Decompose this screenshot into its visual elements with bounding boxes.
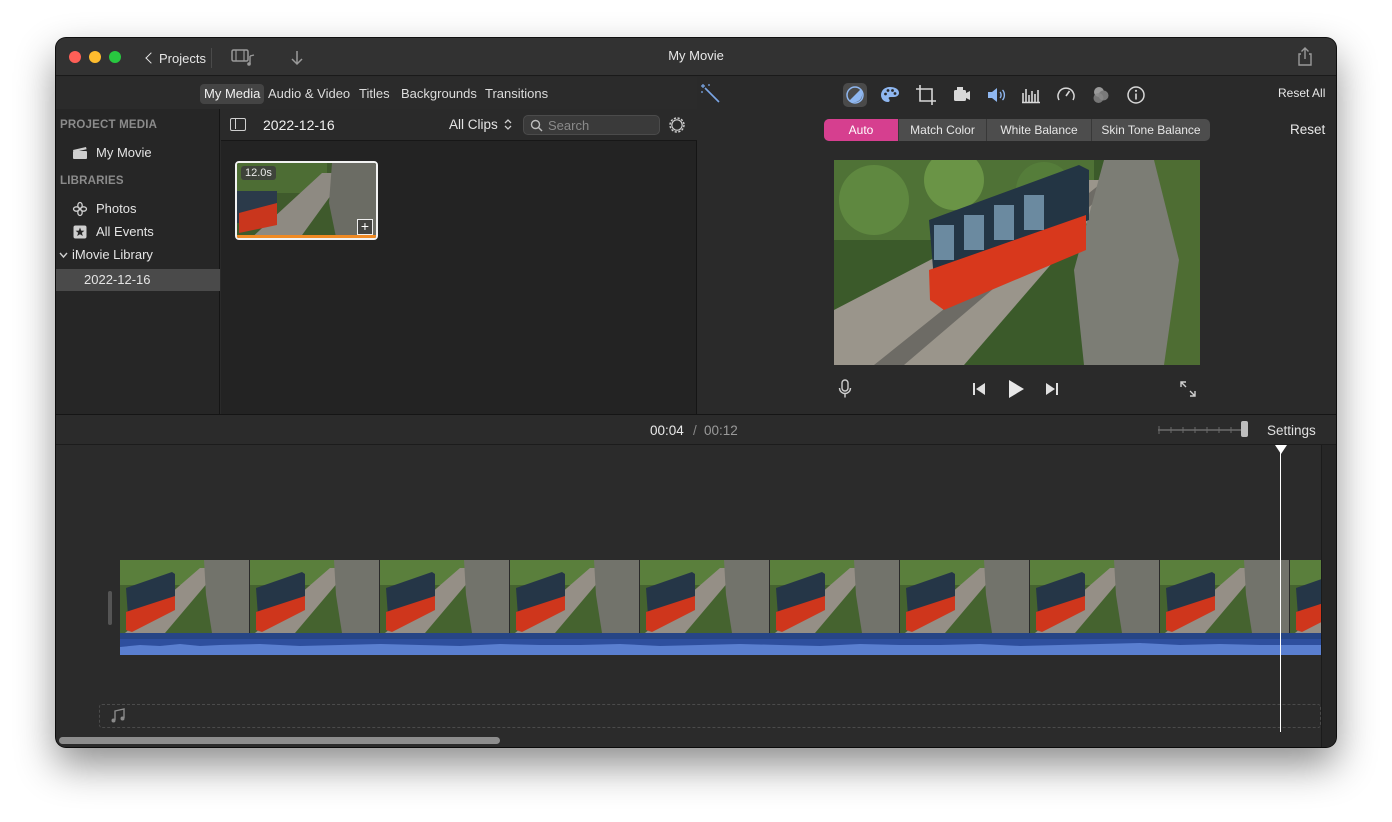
speaker-icon xyxy=(988,88,1006,102)
zoom-slider-ticks xyxy=(1158,426,1232,434)
equalizer-button[interactable] xyxy=(1019,83,1043,107)
media-clip-thumbnail[interactable]: 12.0s + xyxy=(235,161,378,240)
seg-skin-tone-balance[interactable]: Skin Tone Balance xyxy=(1092,119,1210,141)
magic-wand-icon[interactable] xyxy=(699,82,723,106)
tab-titles[interactable]: Titles xyxy=(355,84,394,104)
share-icon[interactable] xyxy=(1296,47,1314,67)
reset-button[interactable]: Reset xyxy=(1290,122,1325,137)
timeline-scroll-gutter xyxy=(1321,445,1336,747)
event-title: 2022-12-16 xyxy=(263,117,335,133)
crop-button[interactable] xyxy=(914,83,938,107)
waveform-graphic xyxy=(120,633,1321,655)
seg-auto[interactable]: Auto xyxy=(824,119,899,141)
skip-forward-icon[interactable] xyxy=(1045,382,1059,396)
background-music-well[interactable] xyxy=(99,704,1321,728)
reset-all-button[interactable]: Reset All xyxy=(1278,86,1325,100)
filter-button[interactable] xyxy=(1089,83,1113,107)
crop-icon xyxy=(916,85,936,105)
play-icon[interactable] xyxy=(1007,379,1025,399)
sidebar-item-label: All Events xyxy=(96,224,154,239)
current-timecode: 00:04 xyxy=(650,423,684,438)
speed-button[interactable] xyxy=(1054,83,1078,107)
sidebar-item-photos[interactable]: Photos xyxy=(72,198,136,220)
filter-circles-icon xyxy=(1093,87,1109,103)
clip-duration-badge: 12.0s xyxy=(241,166,276,180)
playhead-marker[interactable] xyxy=(1275,445,1287,454)
timecode-separator: / xyxy=(693,423,697,438)
sidebar-item-label: Photos xyxy=(96,201,137,216)
total-timecode: 00:12 xyxy=(704,423,738,438)
search-icon xyxy=(530,119,543,132)
tab-backgrounds[interactable]: Backgrounds xyxy=(397,84,481,104)
sidebar-item-all-events[interactable]: All Events xyxy=(72,221,154,243)
search-input[interactable] xyxy=(548,117,656,133)
media-browser: 2022-12-16 All Clips Search 12.0s + xyxy=(221,109,697,414)
timeline-settings-button[interactable]: Settings xyxy=(1267,423,1316,438)
clip-filmstrip xyxy=(120,560,1321,633)
browser-tab-bar: My Media Audio & Video Titles Background… xyxy=(56,77,697,109)
palette-icon xyxy=(881,87,899,102)
color-correction-button[interactable] xyxy=(878,83,902,107)
volume-button[interactable] xyxy=(984,83,1008,107)
horizontal-scrollbar[interactable] xyxy=(59,737,500,744)
sidebar-item-event[interactable]: 2022-12-16 xyxy=(84,269,151,291)
color-balance-icon xyxy=(846,86,864,104)
sidebar-item-label: 2022-12-16 xyxy=(84,272,151,287)
sidebar-item-my-movie[interactable]: My Movie xyxy=(72,142,152,164)
browser-header: 2022-12-16 All Clips xyxy=(221,109,697,141)
fullscreen-icon[interactable] xyxy=(1179,380,1197,398)
clapboard-icon xyxy=(73,147,87,159)
clip-filter-select[interactable]: All Clips xyxy=(449,117,512,132)
timeline-header: 00:04 / 00:12 Settings xyxy=(56,414,1336,445)
seg-white-balance[interactable]: White Balance xyxy=(987,119,1092,141)
clip-info-button[interactable] xyxy=(1124,83,1148,107)
chevron-down-icon[interactable] xyxy=(59,251,68,259)
equalizer-icon xyxy=(1022,89,1040,104)
libraries-sidebar: PROJECT MEDIA My Movie LIBRARIES Photos xyxy=(56,109,220,414)
seg-match-color[interactable]: Match Color xyxy=(899,119,987,141)
photos-icon xyxy=(72,201,88,217)
gear-icon[interactable] xyxy=(667,115,687,135)
clip-trim-handle[interactable] xyxy=(108,591,112,625)
project-media-header: PROJECT MEDIA xyxy=(60,119,158,131)
search-field[interactable] xyxy=(523,115,660,135)
add-clip-button[interactable]: + xyxy=(357,219,373,235)
info-icon xyxy=(1127,86,1145,104)
sidebar-toggle-icon[interactable] xyxy=(230,118,246,131)
playhead[interactable] xyxy=(1280,445,1281,732)
video-camera-icon xyxy=(954,87,970,101)
tab-transitions[interactable]: Transitions xyxy=(481,84,552,104)
music-note-icon xyxy=(111,708,125,723)
microphone-icon[interactable] xyxy=(838,379,852,399)
tab-audio-video[interactable]: Audio & Video xyxy=(264,84,354,104)
clip-used-indicator xyxy=(237,235,376,238)
timeline-audio-waveform[interactable] xyxy=(120,633,1321,655)
speedometer-icon xyxy=(1057,87,1075,101)
sidebar-item-imovie-library[interactable]: iMovie Library xyxy=(59,244,153,266)
color-balance-segmented-control: Auto Match Color White Balance Skin Tone… xyxy=(824,119,1210,141)
timeline-area xyxy=(56,445,1336,747)
zoom-slider-knob[interactable] xyxy=(1241,421,1248,437)
sidebar-item-label: My Movie xyxy=(96,145,152,160)
libraries-header: LIBRARIES xyxy=(60,175,124,187)
preview-frame-image xyxy=(834,160,1200,365)
imovie-window: Projects My Movie My Media Audio & Video… xyxy=(56,38,1336,747)
clip-filter-label: All Clips xyxy=(449,117,498,132)
stabilization-button[interactable] xyxy=(949,83,973,107)
tab-my-media[interactable]: My Media xyxy=(200,84,265,104)
video-preview[interactable] xyxy=(834,160,1200,365)
window-title: My Movie xyxy=(668,48,724,63)
skip-back-icon[interactable] xyxy=(972,382,986,396)
title-bar: Projects My Movie xyxy=(56,38,1336,76)
sidebar-item-label: iMovie Library xyxy=(72,247,153,262)
star-icon xyxy=(73,225,87,239)
timeline-video-clip[interactable] xyxy=(120,560,1321,633)
updown-chevron-icon xyxy=(504,119,512,130)
color-balance-button[interactable] xyxy=(843,83,867,107)
